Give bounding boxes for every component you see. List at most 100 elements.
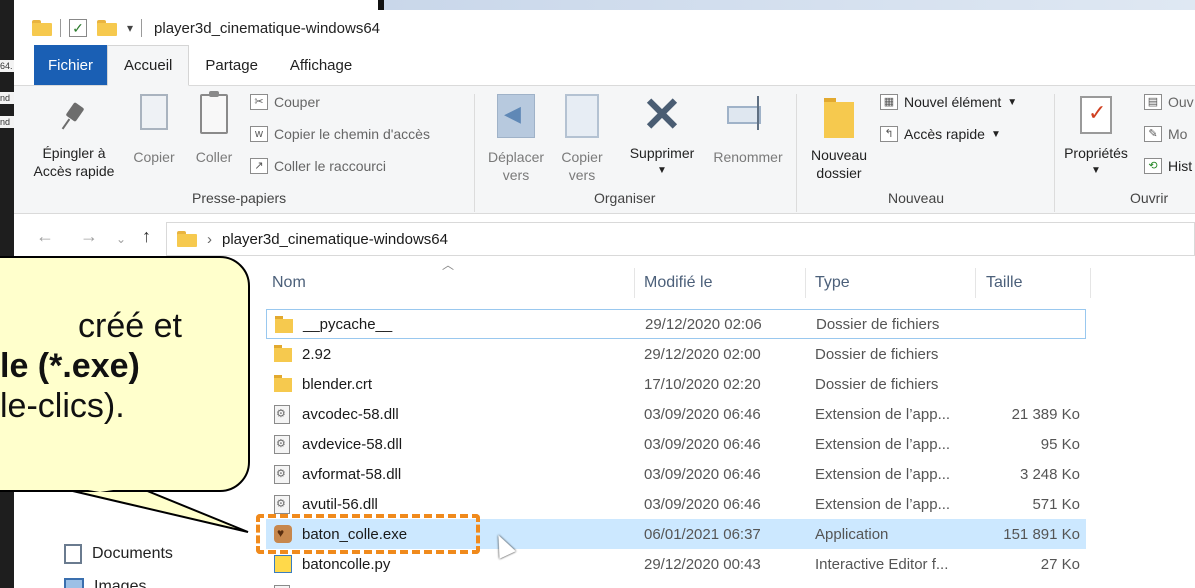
- pin-icon: [59, 102, 89, 132]
- file-name: avformat-58.dll: [302, 465, 402, 483]
- background-fragment: nd: [0, 92, 14, 104]
- group-label-open: Ouvrir: [1130, 190, 1169, 206]
- file-modified: 03/09/2020 06:46: [644, 465, 761, 483]
- file-type: Extension de l’app...: [815, 405, 951, 423]
- file-modified: 06/01/2021 06:37: [644, 525, 761, 543]
- chevron-down-icon: ▼: [1091, 165, 1101, 176]
- open-button[interactable]: ▤ Ouv: [1144, 94, 1194, 110]
- file-row[interactable]: 2.92 29/12/2020 02:00 Dossier de fichier…: [266, 339, 1086, 369]
- history-button[interactable]: ⟲ Hist: [1144, 158, 1192, 174]
- customize-quick-access-icon[interactable]: ▾: [127, 21, 133, 35]
- image-icon: [64, 578, 84, 588]
- back-arrow-icon[interactable]: ←: [36, 226, 54, 247]
- copy-button[interactable]: Copier: [126, 94, 182, 166]
- move-to-button[interactable]: Déplacer vers: [476, 94, 556, 184]
- column-header-size[interactable]: Taille: [986, 274, 1022, 292]
- properties-label: Propriétés: [1064, 145, 1128, 161]
- up-arrow-icon[interactable]: ↑: [142, 226, 151, 247]
- recent-locations-icon[interactable]: ⌄: [116, 232, 126, 246]
- paste-button[interactable]: Coller: [188, 91, 240, 166]
- rename-icon: [727, 94, 769, 130]
- file-row[interactable]: blender.crt 17/10/2020 02:20 Dossier de …: [266, 369, 1086, 399]
- column-header-modified[interactable]: Modifié le: [644, 274, 712, 292]
- address-bar[interactable]: › player3d_cinematique-windows64: [166, 222, 1195, 256]
- column-header-name[interactable]: Nom: [272, 274, 306, 292]
- python-file-icon: [274, 555, 292, 573]
- forward-arrow-icon[interactable]: →: [80, 226, 98, 247]
- sort-ascending-icon: ︿: [442, 258, 455, 272]
- tab-fichier[interactable]: Fichier: [34, 45, 108, 85]
- folder-icon[interactable]: [32, 20, 52, 36]
- file-name: blender.crt: [302, 375, 373, 393]
- history-label: Hist: [1168, 158, 1193, 174]
- file-row[interactable]: avformat-58.dll 03/09/2020 06:46 Extensi…: [266, 459, 1086, 489]
- nav-item-images[interactable]: Images: [64, 578, 146, 588]
- rename-button[interactable]: Renommer: [706, 94, 790, 166]
- new-folder-quick-icon[interactable]: [97, 20, 117, 36]
- file-modified: 29/12/2020 02:00: [644, 345, 761, 363]
- file-row[interactable]: avcodec-58.dll 03/09/2020 06:46 Extensio…: [266, 399, 1086, 429]
- callout-line-3: le-clics).: [0, 387, 125, 425]
- delete-button[interactable]: ✕ Supprimer ▼: [620, 92, 704, 180]
- new-item-icon: ▦: [880, 94, 898, 110]
- scissors-icon: ✂: [250, 94, 268, 110]
- file-row[interactable]: __pycache__ 29/12/2020 02:06 Dossier de …: [266, 309, 1086, 339]
- dll-icon: [274, 495, 290, 514]
- open-label: Ouv: [1168, 94, 1194, 110]
- properties-quick-icon[interactable]: ✓: [69, 19, 87, 37]
- file-size: 27 Ko: [1040, 555, 1080, 573]
- tab-affichage[interactable]: Affichage: [274, 45, 368, 85]
- address-path[interactable]: player3d_cinematique-windows64: [222, 231, 448, 248]
- file-type: Dossier de fichiers: [816, 315, 940, 333]
- copy-to-button[interactable]: Copier vers: [550, 94, 614, 184]
- easy-access-label: Accès rapide: [904, 126, 985, 142]
- copy-path-label: Copier le chemin d'accès: [274, 126, 430, 142]
- column-header-type[interactable]: Type: [815, 274, 850, 292]
- column-separator[interactable]: [805, 268, 806, 298]
- cut-button[interactable]: ✂ Couper: [250, 94, 320, 110]
- new-folder-button[interactable]: Nouveau dossier: [804, 98, 874, 182]
- paste-shortcut-button[interactable]: ↗ Coller le raccourci: [250, 158, 386, 174]
- pin-label-2: Accès rapide: [33, 163, 115, 179]
- modify-label: Mo: [1168, 126, 1188, 142]
- modify-icon: ✎: [1144, 126, 1162, 142]
- group-label-new: Nouveau: [888, 190, 945, 206]
- paste-shortcut-label: Coller le raccourci: [274, 158, 387, 174]
- file-type: Dossier de fichiers: [815, 375, 939, 393]
- file-type: Interactive Editor f...: [815, 555, 949, 573]
- easy-access-button[interactable]: ↰ Accès rapide ▼: [880, 126, 1001, 142]
- nav-item-documents[interactable]: Documents: [64, 544, 173, 564]
- file-type: Application: [815, 525, 889, 543]
- paste-label: Coller: [195, 149, 233, 165]
- group-label-clipboard: Presse-papiers: [192, 190, 287, 206]
- column-separator[interactable]: [1090, 268, 1091, 298]
- copy-path-button[interactable]: w Copier le chemin d'accès: [250, 126, 430, 142]
- move-to-label-1: Déplacer: [487, 149, 545, 165]
- file-row[interactable]: avdevice-58.dll 03/09/2020 06:46 Extensi…: [266, 429, 1086, 459]
- open-icon: ▤: [1144, 94, 1162, 110]
- chevron-right-icon[interactable]: ›: [207, 231, 212, 248]
- tab-accueil[interactable]: Accueil: [107, 45, 190, 86]
- chevron-down-icon: ▼: [657, 165, 667, 176]
- tab-partage[interactable]: Partage: [189, 45, 274, 85]
- modify-button[interactable]: ✎ Mo: [1144, 126, 1187, 142]
- properties-button[interactable]: Propriétés ▼: [1056, 96, 1136, 180]
- file-row[interactable]: [266, 579, 1086, 588]
- file-modified: 29/12/2020 00:43: [644, 555, 761, 573]
- new-item-button[interactable]: ▦ Nouvel élément ▼: [880, 94, 1017, 110]
- file-modified: 29/12/2020 02:06: [645, 315, 762, 333]
- rename-label: Renommer: [713, 149, 783, 165]
- nav-item-label: Documents: [92, 545, 173, 562]
- file-name: avutil-56.dll: [302, 495, 378, 513]
- window-title: player3d_cinematique-windows64: [154, 19, 380, 37]
- title-bar: ✓ ▾ player3d_cinematique-windows64: [14, 10, 1195, 46]
- file-name: __pycache__: [303, 315, 393, 333]
- column-separator[interactable]: [634, 268, 635, 298]
- pin-quick-access-button[interactable]: Épingler à Accès rapide: [32, 102, 116, 180]
- file-type: Extension de l’app...: [815, 495, 951, 513]
- column-separator[interactable]: [975, 268, 976, 298]
- history-icon: ⟲: [1144, 158, 1162, 174]
- background-fragment: 64.: [0, 60, 14, 72]
- move-to-label-2: vers: [502, 167, 530, 183]
- background-fragment: nd: [0, 116, 14, 128]
